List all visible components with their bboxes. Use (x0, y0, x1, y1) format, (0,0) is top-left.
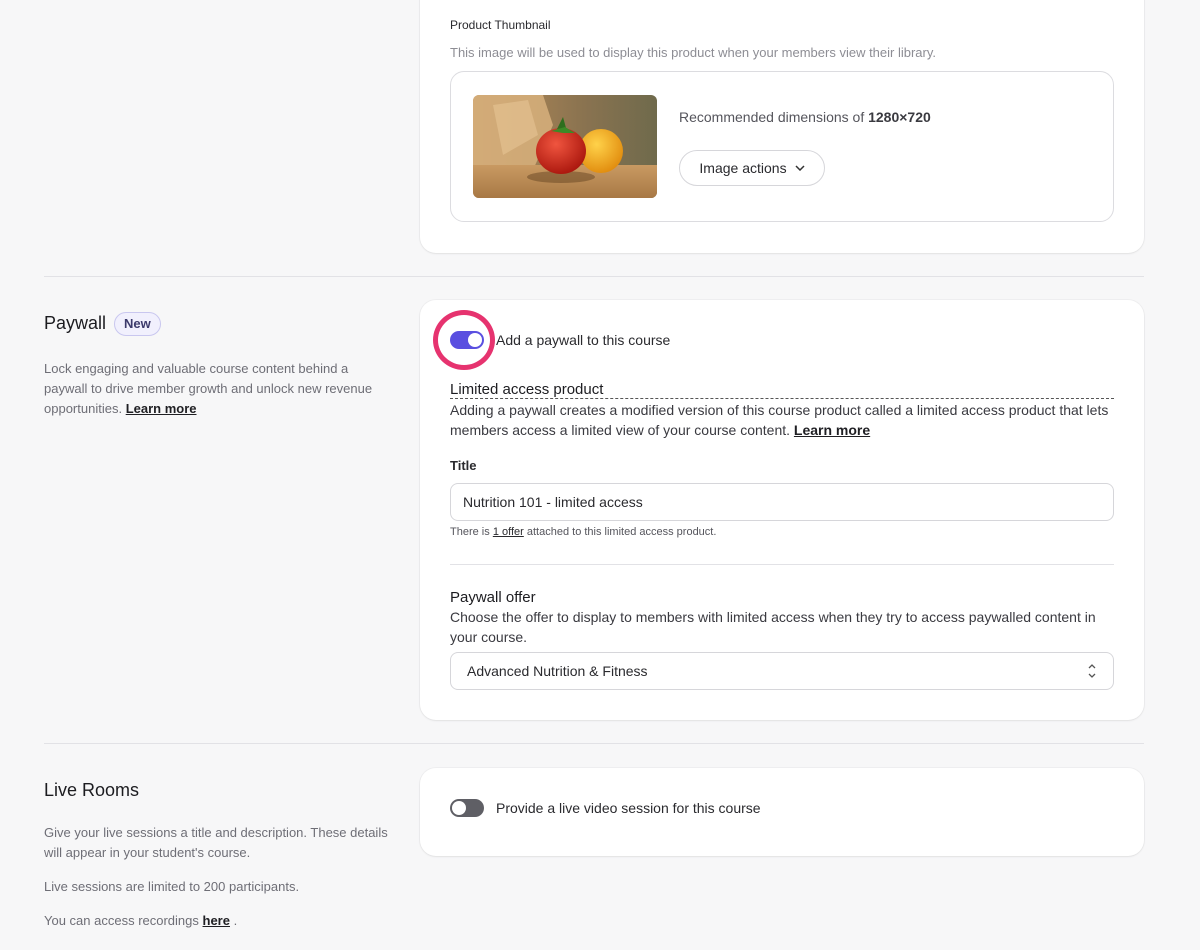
thumbnail-image (473, 95, 657, 198)
highlight-ring (433, 310, 495, 370)
inner-divider (450, 564, 1114, 565)
thumbnail-description: This image will be used to display this … (450, 45, 937, 60)
paywall-offer-description: Choose the offer to display to members w… (450, 609, 1096, 645)
limited-access-text: Adding a paywall creates a modified vers… (450, 402, 1109, 438)
recommended-prefix: Recommended dimensions of (679, 109, 865, 125)
limited-access-description: Adding a paywall creates a modified vers… (450, 400, 1114, 440)
limited-learn-more-link[interactable]: Learn more (794, 422, 870, 438)
settings-page: Product Thumbnail This image will be use… (0, 0, 1200, 950)
offer-note-prefix: There is (450, 526, 490, 538)
live-rooms-title: Live Rooms (44, 780, 140, 800)
recordings-here-link[interactable]: here (203, 913, 230, 928)
title-label: Title (450, 458, 477, 473)
image-actions-label: Image actions (699, 160, 787, 176)
paywall-offer-title: Paywall offer (450, 589, 536, 606)
offer-selected-value: Advanced Nutrition & Fitness (467, 663, 648, 679)
dotted-underline (450, 398, 1114, 399)
paywall-learn-more-link[interactable]: Learn more (126, 401, 197, 416)
image-actions-button[interactable]: Image actions (679, 150, 825, 186)
live-rooms-recordings: You can access recordings here . (44, 911, 394, 931)
chevron-down-icon (795, 163, 805, 174)
section-divider (44, 743, 1144, 744)
live-session-toggle[interactable] (450, 799, 484, 817)
paywall-offer-select[interactable]: Advanced Nutrition & Fitness (450, 652, 1114, 690)
recordings-suffix: . (233, 913, 238, 928)
new-badge: New (114, 312, 161, 336)
section-divider (44, 276, 1144, 277)
live-session-toggle-label: Provide a live video session for this co… (496, 800, 761, 816)
offer-count-link[interactable]: 1 offer (493, 526, 524, 538)
select-updown-icon (1087, 653, 1097, 703)
title-input[interactable] (450, 483, 1114, 521)
paywall-description-text: Lock engaging and valuable course conten… (44, 361, 373, 416)
thumbnail-label: Product Thumbnail (450, 18, 551, 32)
toggle-knob (452, 801, 466, 815)
recordings-prefix: You can access recordings (44, 913, 199, 928)
offer-note-suffix: attached to this limited access product. (526, 526, 717, 538)
live-rooms-desc: Give your live sessions a title and desc… (44, 825, 388, 860)
paywall-description: Lock engaging and valuable course conten… (44, 359, 394, 419)
offer-note: There is 1 offer attached to this limite… (450, 526, 716, 538)
paywall-title: Paywall (44, 313, 107, 333)
recommended-value: 1280×720 (868, 109, 931, 125)
recommended-dimensions: Recommended dimensions of 1280×720 (679, 109, 931, 125)
paywall-toggle-label: Add a paywall to this course (496, 332, 671, 348)
live-rooms-limit: Live sessions are limited to 200 partici… (44, 879, 300, 894)
limited-access-title: Limited access product (450, 381, 604, 398)
